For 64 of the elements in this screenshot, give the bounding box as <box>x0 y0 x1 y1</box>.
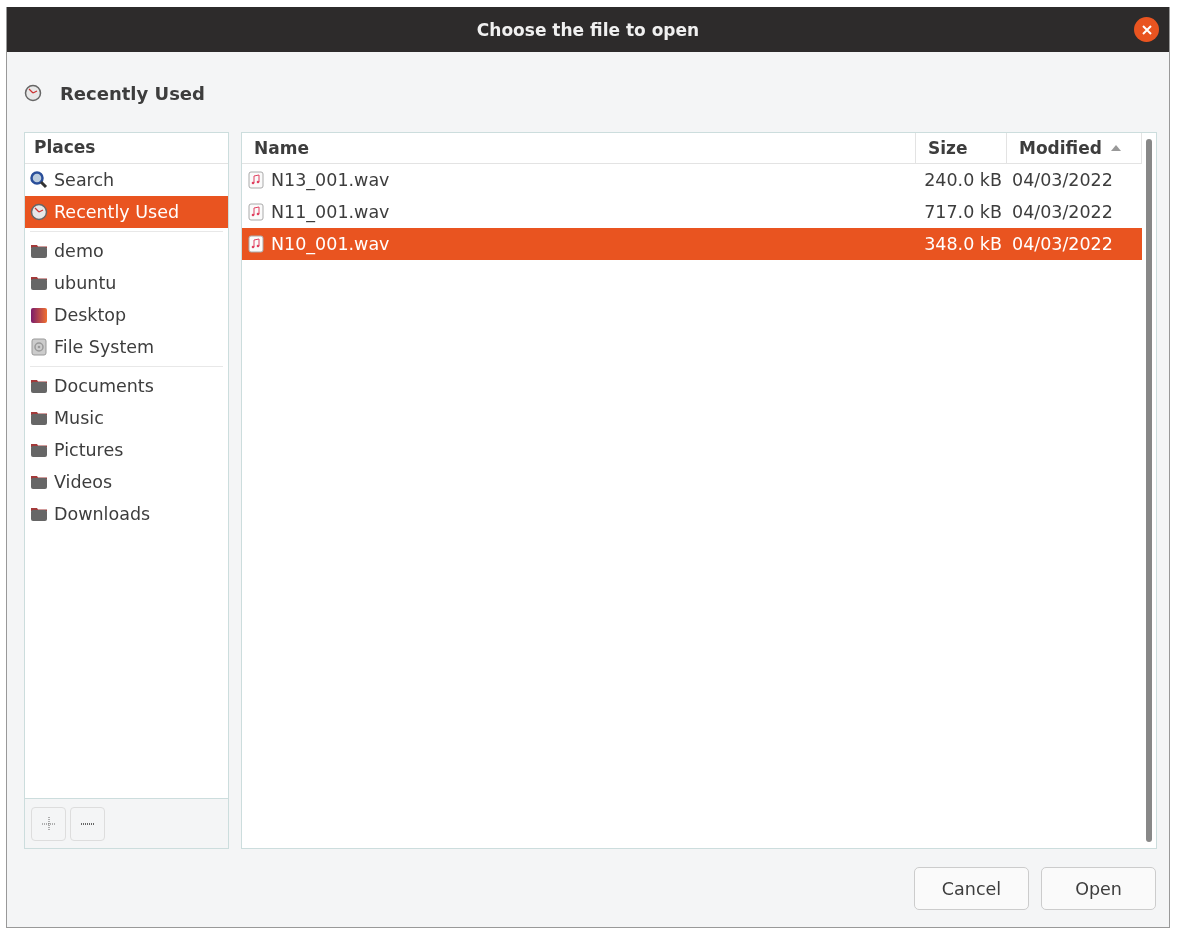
file-row[interactable]: N10_001.wav <box>242 228 916 260</box>
file-modified: 04/03/2022 <box>1011 169 1114 192</box>
place-item[interactable]: ubuntu <box>25 267 228 299</box>
file-name: N13_001.wav <box>271 170 390 190</box>
file-size: 717.0 kB <box>923 201 1003 224</box>
folder-icon <box>30 377 48 395</box>
folder-icon <box>30 473 48 491</box>
place-item[interactable]: File System <box>25 331 228 363</box>
minus-icon <box>80 823 95 825</box>
dialog-button[interactable]: Cancel <box>914 867 1029 910</box>
place-label: Music <box>54 408 104 428</box>
place-label: Recently Used <box>54 202 180 222</box>
location-label: Recently Used <box>60 82 205 104</box>
place-label: Search <box>54 170 115 190</box>
audio-file-icon <box>247 171 265 189</box>
column-header[interactable]: Modified <box>1007 133 1142 164</box>
folder-icon <box>30 242 48 260</box>
column-header[interactable]: Name <box>242 133 916 164</box>
plus-icon <box>40 816 57 832</box>
drive-icon <box>30 338 48 356</box>
window-title: Choose the file to open <box>476 19 700 40</box>
place-item[interactable]: Videos <box>25 466 228 498</box>
scrollbar[interactable] <box>1146 139 1152 842</box>
place-item[interactable]: Documents <box>25 370 228 402</box>
file-modified: 04/03/2022 <box>1007 228 1142 260</box>
place-item[interactable]: Pictures <box>25 434 228 466</box>
close-button[interactable] <box>1134 17 1159 42</box>
file-row[interactable]: N11_001.wav <box>242 196 916 228</box>
clock-icon <box>24 84 42 102</box>
place-label: demo <box>54 241 104 261</box>
clock-icon <box>30 203 48 221</box>
sort-ascending-icon <box>1109 144 1122 152</box>
search-icon <box>30 171 48 189</box>
file-name: N11_001.wav <box>271 202 390 222</box>
place-item[interactable]: Recently Used <box>25 196 228 228</box>
place-label: ubuntu <box>54 273 117 293</box>
place-item[interactable]: Search <box>25 164 228 196</box>
file-modified: 04/03/2022 <box>1011 201 1114 224</box>
close-icon <box>1140 23 1153 36</box>
folder-icon <box>30 505 48 523</box>
remove-button[interactable] <box>70 807 105 841</box>
place-item[interactable]: Desktop <box>25 299 228 331</box>
add-button[interactable] <box>31 807 66 841</box>
file-name: N10_001.wav <box>271 234 390 254</box>
audio-file-icon <box>247 203 265 221</box>
desktop-icon <box>30 306 48 324</box>
file-size: 240.0 kB <box>923 169 1003 192</box>
place-label: Downloads <box>54 504 151 524</box>
audio-file-icon <box>247 235 265 253</box>
place-label: Pictures <box>54 440 124 460</box>
place-label: Documents <box>54 376 154 396</box>
folder-icon <box>30 274 48 292</box>
place-item[interactable]: Downloads <box>25 498 228 530</box>
file-size: 348.0 kB <box>916 228 1007 260</box>
place-item[interactable]: demo <box>25 235 228 267</box>
place-item[interactable]: Music <box>25 402 228 434</box>
file-row[interactable]: N13_001.wav <box>242 164 916 196</box>
place-label: Desktop <box>54 305 127 325</box>
dialog-button[interactable]: Open <box>1041 867 1156 910</box>
folder-icon <box>30 441 48 459</box>
column-header[interactable]: Size <box>916 133 1007 164</box>
place-label: Videos <box>54 472 113 492</box>
place-label: File System <box>54 337 155 357</box>
folder-icon <box>30 409 48 427</box>
